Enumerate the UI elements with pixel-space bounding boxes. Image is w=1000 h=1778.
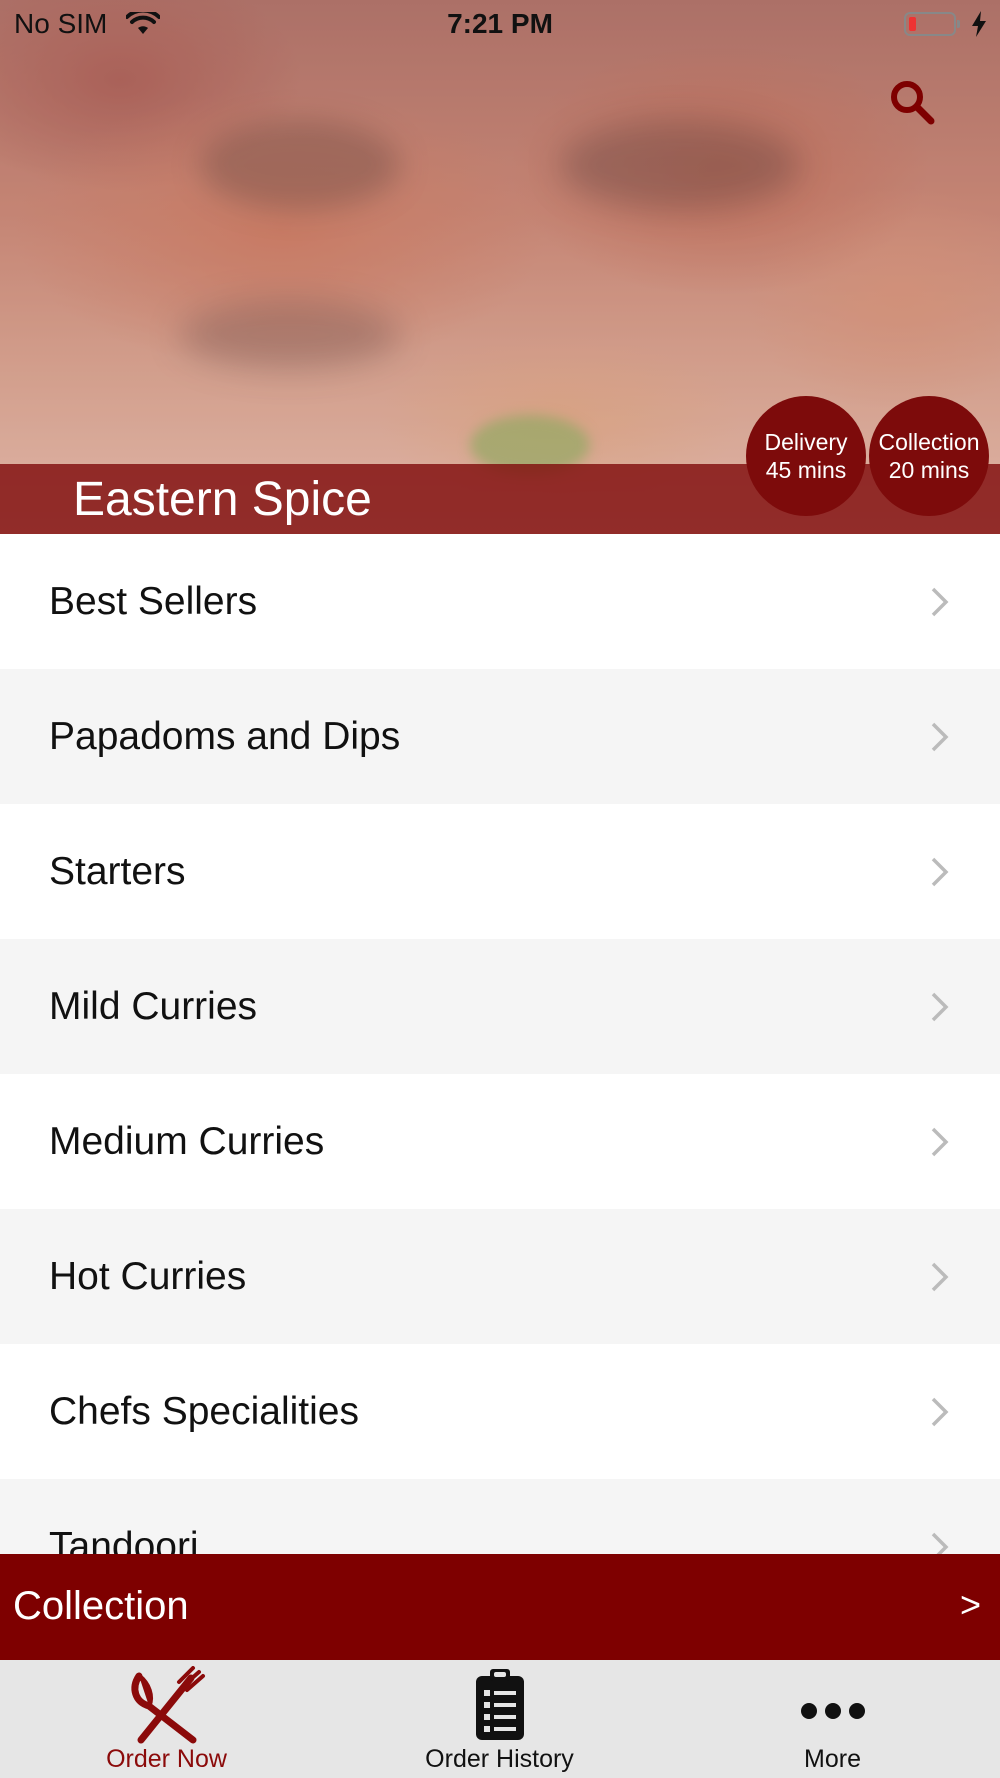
delivery-time-badge[interactable]: Delivery 45 mins — [746, 396, 866, 516]
delivery-label: Delivery — [764, 429, 848, 455]
clipboard-list-icon — [475, 1669, 524, 1740]
chevron-right-icon — [931, 1397, 949, 1427]
chevron-right-icon — [931, 1262, 949, 1292]
collection-label: Collection — [878, 429, 980, 455]
tab-label: Order History — [425, 1745, 574, 1773]
fork-knife-icon — [130, 1666, 205, 1744]
tab-order-history[interactable]: Order History — [333, 1660, 666, 1778]
menu-category-list[interactable]: Best Sellers Papadoms and Dips Starters … — [0, 534, 1000, 1554]
menu-item-label: Hot Curries — [49, 1255, 247, 1298]
tab-label: Order Now — [106, 1745, 227, 1773]
collection-time-badge[interactable]: Collection 20 mins — [869, 396, 989, 516]
restaurant-name: Eastern Spice — [73, 473, 372, 526]
status-time: 7:21 PM — [447, 8, 553, 39]
chevron-right-icon — [931, 992, 949, 1022]
battery-icon — [904, 12, 960, 36]
menu-item-mild-curries[interactable]: Mild Curries — [0, 939, 1000, 1074]
chevron-right-icon — [931, 1127, 949, 1157]
delivery-time: 45 mins — [765, 457, 847, 483]
menu-item-label: Starters — [49, 850, 186, 893]
menu-item-label: Papadoms and Dips — [49, 715, 401, 758]
chevron-right-icon — [931, 857, 949, 887]
menu-item-papadoms-and-dips[interactable]: Papadoms and Dips — [0, 669, 1000, 804]
menu-item-best-sellers[interactable]: Best Sellers — [0, 534, 1000, 669]
collection-time: 20 mins — [888, 457, 970, 483]
menu-item-starters[interactable]: Starters — [0, 804, 1000, 939]
menu-item-label: Best Sellers — [49, 580, 258, 623]
menu-item-medium-curries[interactable]: Medium Curries — [0, 1074, 1000, 1209]
order-mode-bar[interactable]: Collection > — [0, 1554, 1000, 1660]
search-icon[interactable] — [888, 78, 936, 126]
tab-more[interactable]: More — [666, 1660, 999, 1778]
menu-item-tandoori[interactable]: Tandoori — [0, 1479, 1000, 1554]
tab-bar: Order Now Order History More — [0, 1660, 1000, 1778]
tab-label: More — [804, 1745, 861, 1773]
chevron-right-icon — [931, 1532, 949, 1554]
chevron-right-icon — [931, 722, 949, 752]
status-bar: No SIM 7:21 PM — [0, 0, 1000, 50]
chevron-right-icon — [931, 587, 949, 617]
charging-bolt-icon — [972, 11, 986, 37]
order-mode-label: Collection — [13, 1584, 189, 1628]
tab-order-now[interactable]: Order Now — [0, 1660, 333, 1778]
menu-item-label: Medium Curries — [49, 1120, 325, 1163]
menu-item-hot-curries[interactable]: Hot Curries — [0, 1209, 1000, 1344]
menu-item-label: Mild Curries — [49, 985, 258, 1028]
menu-item-label: Chefs Specialities — [49, 1390, 359, 1433]
more-dots-icon — [800, 1703, 865, 1719]
order-mode-arrow-icon: > — [960, 1584, 982, 1625]
menu-item-label: Tandoori — [49, 1525, 199, 1554]
menu-item-chefs-specialities[interactable]: Chefs Specialities — [0, 1344, 1000, 1479]
